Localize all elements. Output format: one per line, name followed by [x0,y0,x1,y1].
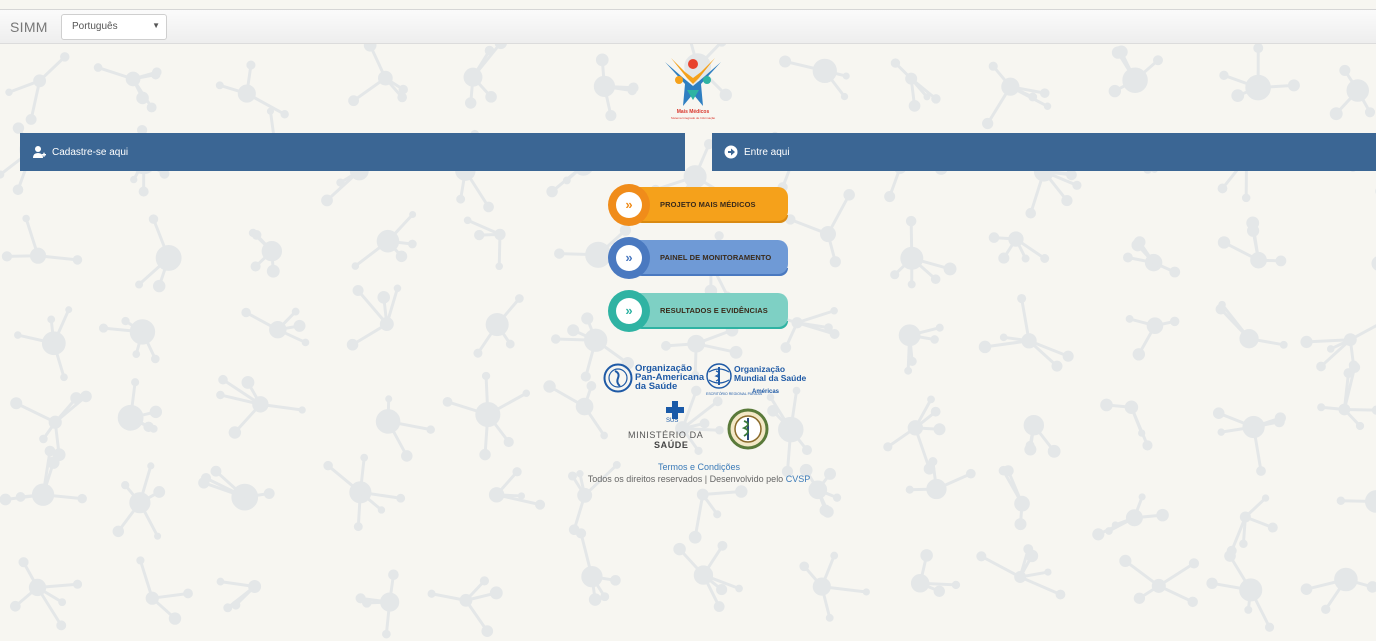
who-americas: Américas [752,389,780,395]
language-select-value: Português [72,21,118,32]
rights-text: Todos os direitos reservados | Desenvolv… [587,474,784,484]
mais-medicos-logo [665,58,721,106]
button-label: PAINEL DE MONITORAMENTO [660,253,772,262]
button-ring: » [608,290,650,332]
user-add-icon [33,146,46,158]
chevron-right-icon: » [616,192,642,218]
medical-seal-icon [727,408,769,450]
button-ring: » [608,237,650,279]
footer-rights: Todos os direitos reservados | Desenvolv… [0,474,1376,484]
developer-link[interactable]: CVSP [786,474,811,484]
chevron-right-icon: » [616,245,642,271]
who-name: Organização Mundial da Saúde [734,364,807,383]
terms-link[interactable]: Termos e Condições [0,462,1376,472]
projeto-mais-medicos-button[interactable]: » PROJETO MAIS MÉDICOS [608,184,791,228]
button-ring: » [608,184,650,226]
register-label: Cadastre-se aqui [52,147,129,158]
paho-globe-icon [603,363,633,393]
sus-cross-icon [666,401,684,419]
sign-in-icon [724,145,738,159]
top-navbar: SIMM Português ▼ [0,9,1376,44]
language-select[interactable]: Português ▼ [61,14,167,40]
login-bar[interactable]: Entre aqui [712,133,1376,171]
button-label: RESULTADOS E EVIDÊNCIAS [660,306,768,315]
sus-label: SUS [666,418,679,424]
ministry-name-bold: SAÚDE [654,440,689,450]
chevron-right-icon: » [616,298,642,324]
painel-monitoramento-button[interactable]: » PAINEL DE MONITORAMENTO [608,237,791,281]
login-label: Entre aqui [744,147,790,158]
ministry-name: MINISTÉRIO DA [628,430,704,440]
chevron-down-icon: ▼ [152,21,160,30]
register-bar[interactable]: Cadastre-se aqui [20,133,685,171]
paho-name: Organização Pan-Americana da Saúde [635,363,705,392]
resultados-evidencias-button[interactable]: » RESULTADOS E EVIDÊNCIAS [608,290,791,334]
button-label: PROJETO MAIS MÉDICOS [660,200,756,209]
who-emblem-icon [706,363,732,389]
brand-name[interactable]: SIMM [10,19,48,35]
